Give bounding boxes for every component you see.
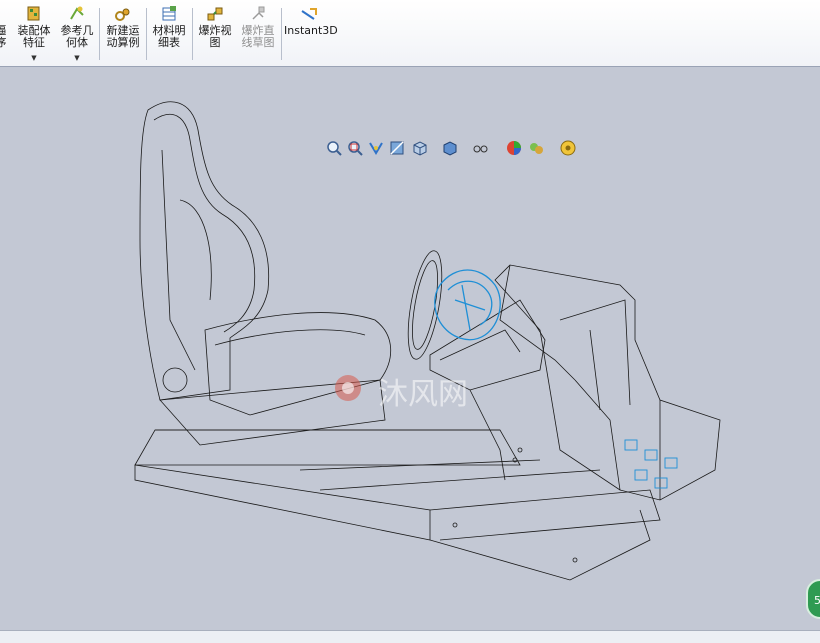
toolbar-separator	[99, 8, 100, 60]
assembly-features-icon	[27, 6, 40, 21]
explode-line-sketch-icon	[252, 6, 265, 20]
bom-icon	[162, 6, 176, 21]
motion-study-icon	[115, 8, 130, 21]
command-manager-toolbar: 逼 序 装配体 特征 ▼ 参考几 何体 ▼ 新建运 动算例 材料明 细表 爆炸视…	[0, 0, 820, 67]
wireframe-model	[134, 101, 721, 581]
hide-show-items-icon[interactable]	[471, 139, 489, 157]
reference-geometry-button[interactable]: 参考几 何体 ▼	[58, 2, 96, 64]
partial-icon	[0, 5, 10, 23]
assembly-features-button[interactable]: 装配体 特征 ▼	[14, 2, 54, 64]
watermark-text: 沐风网	[378, 377, 468, 412]
edit-appearance-icon[interactable]	[505, 139, 523, 157]
section-view-icon[interactable]	[388, 139, 406, 157]
exploded-view-icon	[207, 7, 223, 21]
status-bar	[0, 630, 820, 643]
exploded-view-button[interactable]: 爆炸视 图	[195, 2, 235, 64]
toolbar-separator	[146, 8, 147, 60]
reference-geometry-icon	[70, 6, 84, 20]
watermark: 沐风网	[330, 363, 500, 413]
partial-button[interactable]: 逼 序	[0, 2, 12, 64]
instant3d-icon	[301, 8, 317, 20]
chevron-down-icon[interactable]: ▼	[14, 52, 54, 64]
toolbar-separator	[281, 8, 282, 60]
display-style-icon[interactable]	[441, 139, 459, 157]
instant3d-button[interactable]: Instant3D	[284, 2, 338, 64]
view-orientation-icon[interactable]	[411, 139, 429, 157]
side-badge[interactable]: 5	[806, 579, 820, 619]
zoom-to-fit-icon[interactable]	[325, 139, 343, 157]
graphics-area[interactable]: 沐风网 5	[0, 67, 820, 630]
toolbar-separator	[192, 8, 193, 60]
chevron-down-icon[interactable]: ▼	[58, 52, 96, 64]
explode-line-sketch-button[interactable]: 爆炸直 线草图	[238, 2, 278, 64]
bom-button[interactable]: 材料明 细表	[149, 2, 189, 64]
previous-view-icon[interactable]	[367, 139, 385, 157]
zoom-to-area-icon[interactable]	[346, 139, 364, 157]
new-motion-study-button[interactable]: 新建运 动算例	[103, 2, 143, 64]
view-settings-icon[interactable]	[559, 139, 577, 157]
apply-scene-icon[interactable]	[527, 139, 545, 157]
